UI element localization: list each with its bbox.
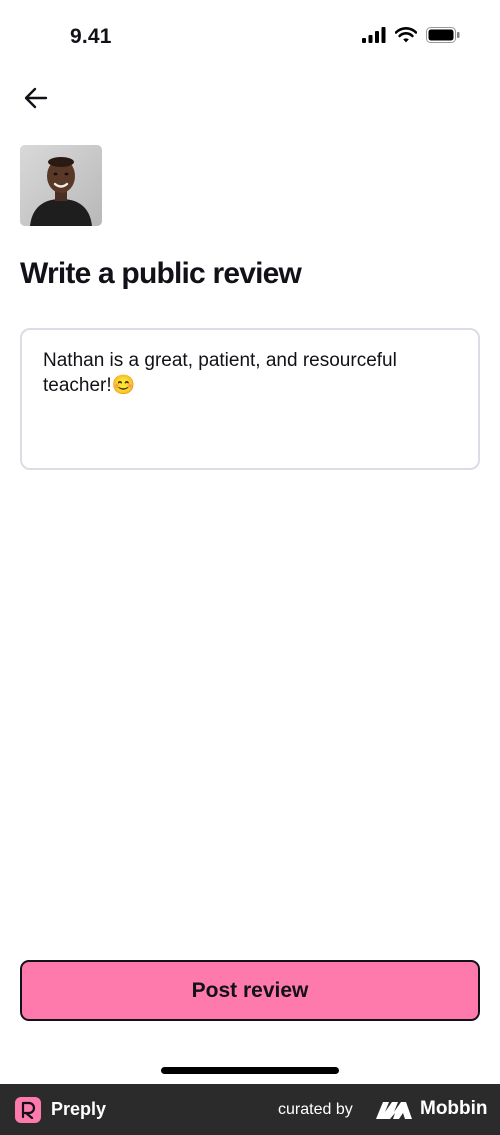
home-indicator — [161, 1067, 339, 1074]
tutor-avatar — [20, 145, 102, 226]
preply-logo-icon — [21, 1101, 36, 1119]
battery-icon — [426, 27, 460, 43]
wifi-icon — [395, 27, 417, 43]
back-button[interactable] — [20, 82, 52, 114]
review-textarea[interactable]: Nathan is a great, patient, and resource… — [20, 328, 480, 470]
post-review-button[interactable]: Post review — [20, 960, 480, 1021]
status-icons — [362, 27, 460, 43]
status-time: 9.41 — [70, 25, 112, 48]
tutor-photo — [20, 145, 102, 226]
preply-label: Preply — [51, 1099, 107, 1119]
mobbin-logo-icon — [376, 1102, 412, 1119]
footer-bar: Preply curated by Mobbin — [0, 1084, 500, 1135]
preply-logo — [15, 1097, 41, 1123]
arrow-left-icon — [24, 87, 48, 109]
status-bar: 9.41 — [0, 0, 500, 76]
page-title: Write a public review — [20, 257, 302, 290]
mobbin-label: Mobbin — [420, 1098, 488, 1119]
curated-by-label: curated by — [278, 1101, 353, 1118]
signal-icon — [362, 27, 386, 43]
